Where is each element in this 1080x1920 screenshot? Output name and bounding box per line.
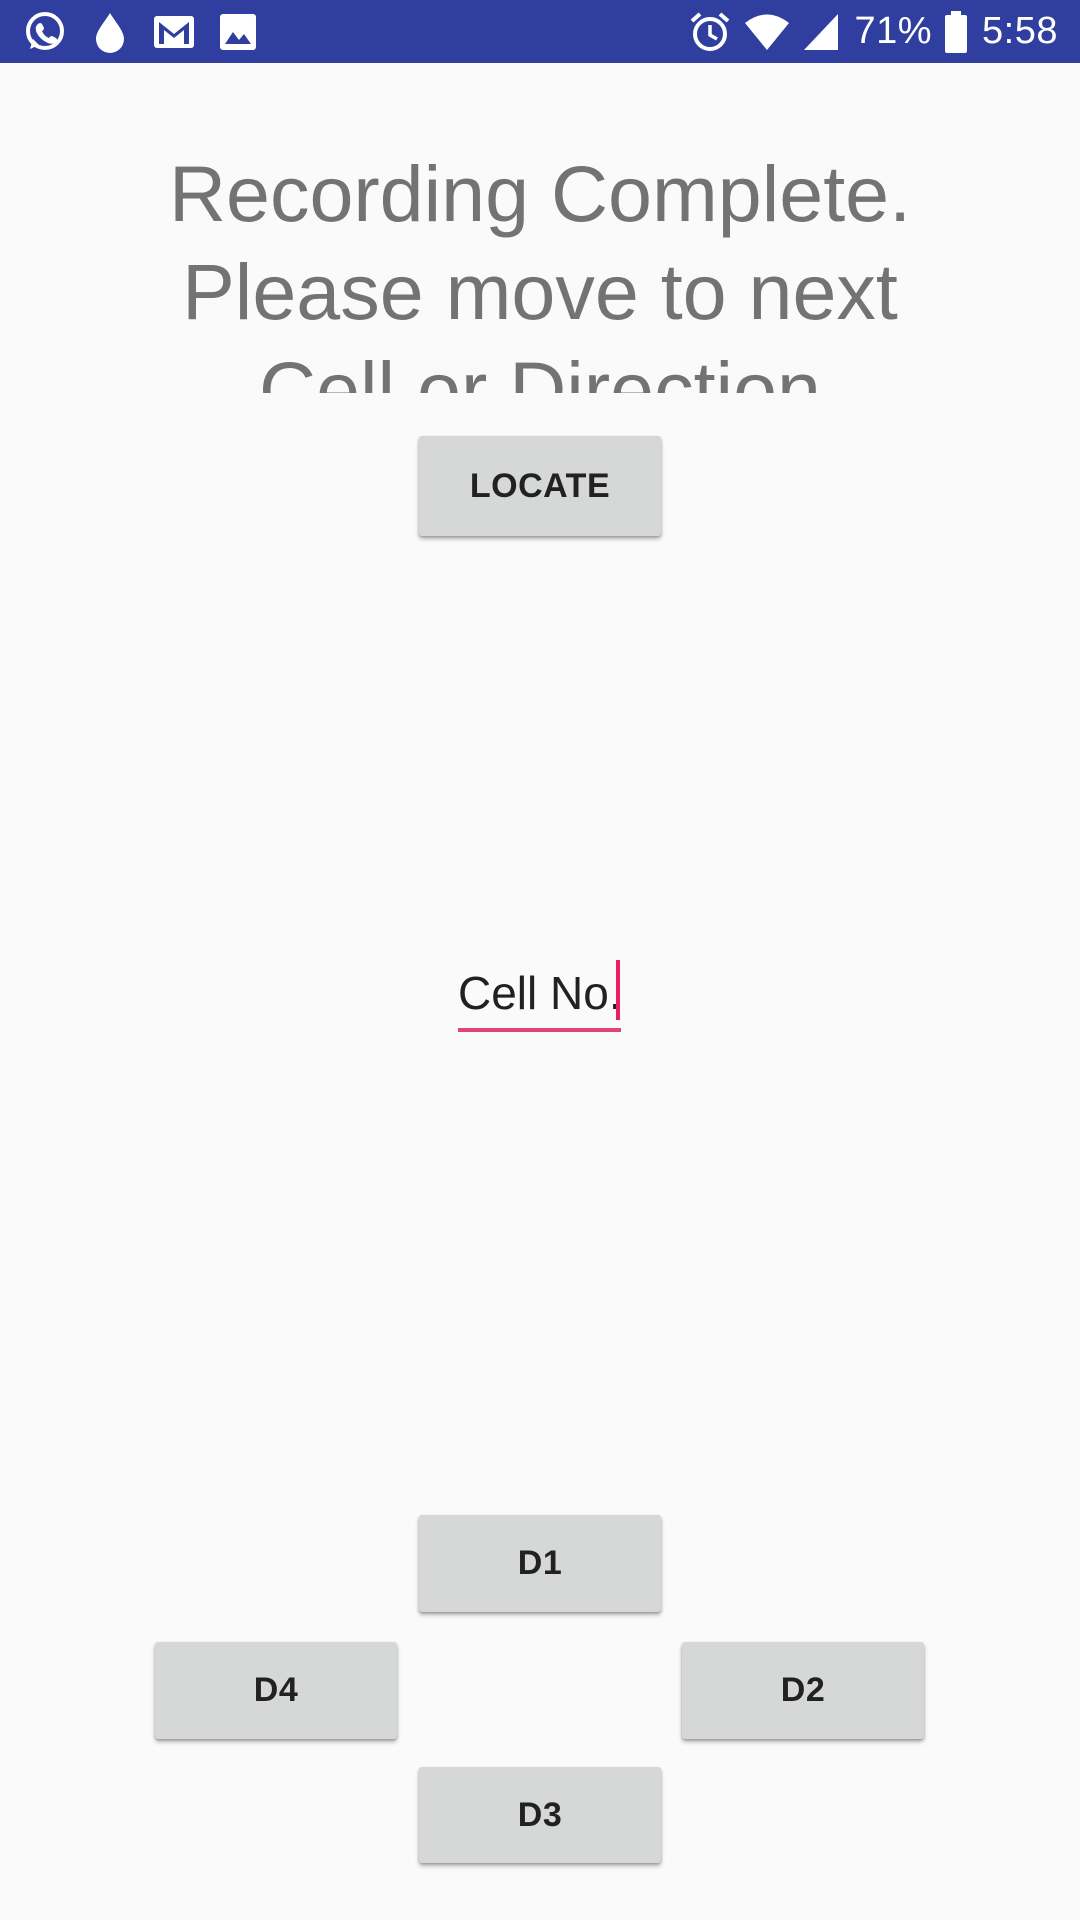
text-cursor [616, 960, 620, 1020]
direction-d1-button[interactable]: D1 [419, 1515, 661, 1612]
whatsapp-icon [22, 9, 68, 55]
gallery-icon [218, 12, 258, 52]
cell-number-input[interactable] [458, 958, 621, 1028]
input-underline [458, 1028, 621, 1032]
wifi-icon [744, 12, 790, 52]
direction-d3-button[interactable]: D3 [419, 1767, 661, 1863]
alarm-icon [688, 10, 732, 54]
signal-icon [802, 12, 840, 52]
notification-icons [22, 0, 280, 63]
status-message: Recording Complete. Please move to next … [168, 149, 912, 393]
clock: 5:58 [982, 10, 1058, 52]
message-container: Recording Complete. Please move to next … [40, 63, 1040, 393]
cell-number-field[interactable] [458, 958, 621, 1033]
gmail-icon [152, 14, 196, 50]
battery-icon [944, 10, 968, 54]
drop-icon [90, 9, 130, 55]
direction-d4-button[interactable]: D4 [155, 1642, 397, 1739]
system-status: 71% 5:58 [676, 0, 1058, 63]
status-bar: 71% 5:58 [0, 0, 1080, 63]
direction-d2-button[interactable]: D2 [682, 1642, 924, 1739]
locate-button[interactable]: LOCATE [419, 436, 661, 536]
battery-percentage: 71% [854, 10, 933, 52]
